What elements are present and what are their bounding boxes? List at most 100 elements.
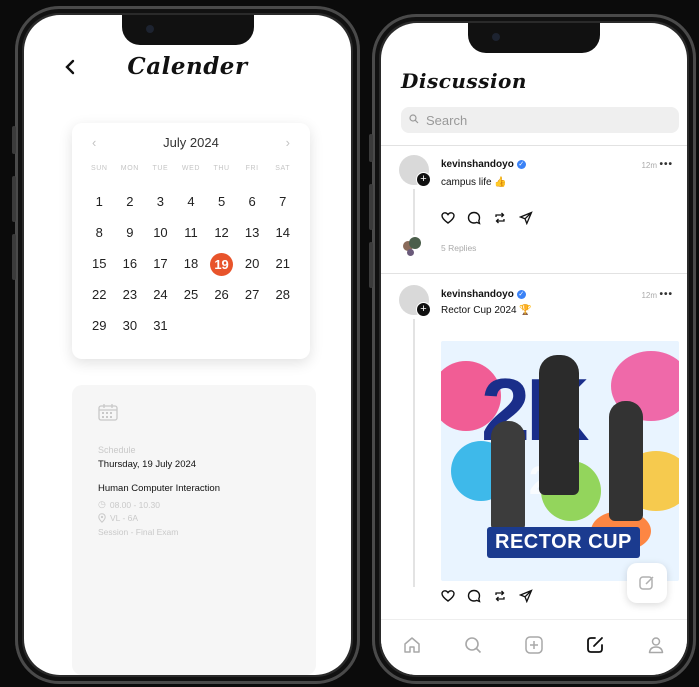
share-send-icon[interactable] xyxy=(519,589,533,603)
like-heart-icon[interactable] xyxy=(441,589,455,603)
calendar-day[interactable]: 18 xyxy=(176,253,207,274)
comment-icon[interactable] xyxy=(467,211,481,225)
schedule-label: Schedule xyxy=(98,445,136,455)
calendar-day[interactable]: 21 xyxy=(267,253,298,274)
calendar-day[interactable]: 11 xyxy=(176,222,207,243)
calendar-day[interactable]: 5 xyxy=(206,191,237,212)
notch xyxy=(468,23,600,53)
calendar-day[interactable]: 16 xyxy=(115,253,146,274)
calendar-day[interactable]: 29 xyxy=(84,315,115,336)
avatar[interactable]: + xyxy=(399,285,431,317)
post-actions xyxy=(441,589,533,603)
clock-icon: ◷ xyxy=(98,499,106,509)
username-text: kevinshandoyo xyxy=(441,159,514,170)
compose-fab-button[interactable] xyxy=(627,563,667,603)
side-button xyxy=(369,134,373,162)
weekday-label: THU xyxy=(213,165,230,172)
calendar-day[interactable]: 10 xyxy=(145,222,176,243)
repost-icon[interactable] xyxy=(493,211,507,225)
side-button xyxy=(369,184,373,230)
calendar-day[interactable]: 22 xyxy=(84,284,115,305)
calendar-day[interactable]: 3 xyxy=(145,191,176,212)
post-text: campus life 👍 xyxy=(441,177,507,188)
player-figure xyxy=(491,421,525,531)
calendar-day[interactable]: 24 xyxy=(145,284,176,305)
calendar-day[interactable]: 1 xyxy=(84,191,115,212)
calendar-day-selected[interactable]: 19 xyxy=(206,253,237,276)
player-figure xyxy=(609,401,643,521)
calendar-day[interactable]: 8 xyxy=(84,222,115,243)
calendar-day[interactable]: 2 xyxy=(115,191,146,212)
profile-icon[interactable] xyxy=(645,634,667,656)
page-title: Calender xyxy=(127,53,248,80)
calendar-day[interactable]: 14 xyxy=(267,222,298,243)
like-heart-icon[interactable] xyxy=(441,211,455,225)
username[interactable]: kevinshandoyo ✓ xyxy=(441,159,526,170)
notch xyxy=(121,15,254,45)
course-time: 08.00 - 10.30 xyxy=(109,499,160,510)
course-time-row: ◷ 08.00 - 10.30 xyxy=(98,499,160,510)
calendar-day[interactable]: 28 xyxy=(267,284,298,305)
follow-plus-icon[interactable]: + xyxy=(416,172,431,187)
add-icon[interactable] xyxy=(523,634,545,656)
calendar-day[interactable]: 26 xyxy=(206,284,237,305)
schedule-date: Thursday, 19 July 2024 xyxy=(98,459,197,470)
weekday-label: SAT xyxy=(275,165,291,172)
username[interactable]: kevinshandoyo ✓ xyxy=(441,289,526,300)
poster-banner: RECTOR CUP xyxy=(487,527,640,558)
home-icon[interactable] xyxy=(401,634,423,656)
calendar-header: Calender xyxy=(24,53,351,83)
calendar-day[interactable]: 30 xyxy=(115,315,146,336)
avatar[interactable]: + xyxy=(399,155,431,187)
search-icon[interactable] xyxy=(462,634,484,656)
player-figure xyxy=(539,355,579,495)
calendar-day[interactable]: 20 xyxy=(237,253,268,274)
selected-day-label: 19 xyxy=(210,253,234,276)
calendar-day[interactable]: 15 xyxy=(84,253,115,274)
location-pin-icon xyxy=(98,513,106,523)
weekday-row: SUN MON TUE WED THU FRI SAT xyxy=(84,165,298,172)
compose-icon[interactable] xyxy=(584,634,606,656)
verified-badge-icon: ✓ xyxy=(516,289,526,299)
post-actions xyxy=(441,211,533,225)
page-title: Discussion xyxy=(401,69,527,93)
course-room: VL - 6A xyxy=(110,513,139,523)
calendar-day[interactable]: 12 xyxy=(206,222,237,243)
month-label: July 2024 xyxy=(163,135,219,150)
calendar-icon xyxy=(98,404,118,421)
search-input[interactable] xyxy=(424,111,658,129)
phone-calendar: Calender ‹ July 2024 › SUN MON TUE WED THU FR… xyxy=(12,6,360,684)
calendar-day[interactable]: 9 xyxy=(115,222,146,243)
calendar-day[interactable]: 23 xyxy=(115,284,146,305)
follow-plus-icon[interactable]: + xyxy=(416,302,431,317)
calendar-day[interactable]: 6 xyxy=(237,191,268,212)
post-image-rector-cup[interactable]: 2K 24 RECTOR CUP xyxy=(441,341,679,581)
schedule-card: Schedule Thursday, 19 July 2024 Human Co… xyxy=(72,385,316,675)
calendar-day[interactable]: 13 xyxy=(237,222,268,243)
weekday-label: MON xyxy=(120,165,139,172)
course-name: Human Computer Interaction xyxy=(98,483,220,494)
side-button xyxy=(369,242,373,288)
reply-avatars xyxy=(403,237,425,256)
course-session: Session - Final Exam xyxy=(98,527,179,537)
thread-line xyxy=(413,319,415,587)
replies-count[interactable]: 5 Replies xyxy=(441,243,476,253)
bottom-navigation xyxy=(381,619,687,675)
calendar-day[interactable]: 4 xyxy=(176,191,207,212)
calendar-day[interactable]: 31 xyxy=(145,315,176,336)
next-month-button[interactable]: › xyxy=(286,135,290,150)
calendar-day[interactable]: 27 xyxy=(237,284,268,305)
comment-icon[interactable] xyxy=(467,589,481,603)
search-bar[interactable] xyxy=(401,107,679,133)
calendar-day[interactable]: 25 xyxy=(176,284,207,305)
verified-badge-icon: ✓ xyxy=(516,159,526,169)
more-options-button[interactable]: ••• xyxy=(659,289,673,300)
calendar-day[interactable]: 17 xyxy=(145,253,176,274)
more-options-button[interactable]: ••• xyxy=(659,159,673,170)
course-room-row: VL - 6A xyxy=(98,513,138,523)
post-campus-life[interactable]: + kevinshandoyo ✓ 12m ••• campus life 👍 5… xyxy=(381,145,687,277)
share-send-icon[interactable] xyxy=(519,211,533,225)
repost-icon[interactable] xyxy=(493,589,507,603)
calendar-day[interactable]: 7 xyxy=(267,191,298,212)
weekday-label: TUE xyxy=(152,165,169,172)
